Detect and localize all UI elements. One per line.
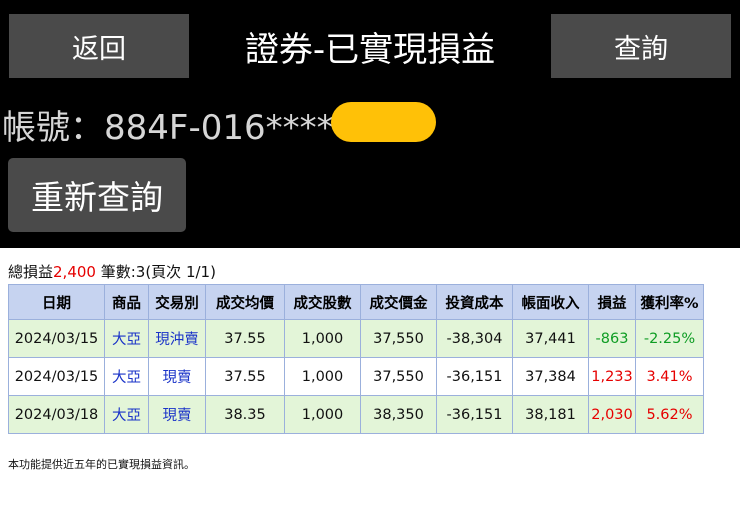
cell-date: 2024/03/15: [8, 357, 105, 396]
col-cost[interactable]: 投資成本: [436, 284, 513, 320]
pnl-table: 日期 商品 交易別 成交均價 成交股數 成交價金 投資成本 帳面收入 損益 獲利…: [8, 284, 704, 434]
table-row[interactable]: 2024/03/18 大亞 現賣 38.35 1,000 38,350 -36,…: [8, 395, 704, 434]
cell-return-rate: 3.41%: [635, 357, 704, 396]
account-number: 帳號：884F-016****: [2, 107, 334, 148]
cell-amount: 37,550: [360, 357, 437, 396]
cell-stock-link[interactable]: 大亞: [104, 357, 149, 396]
cell-pnl: 1,233: [588, 357, 636, 396]
redaction-mark: [331, 102, 436, 142]
record-count: 筆數:3(頁次 1/1): [95, 263, 216, 281]
cell-trade-type[interactable]: 現賣: [148, 395, 206, 434]
cell-avg-price: 37.55: [205, 357, 285, 396]
total-pnl-value: 2,400: [53, 263, 96, 281]
cell-income: 37,384: [512, 357, 589, 396]
cell-amount: 37,550: [360, 319, 437, 358]
cell-stock-link[interactable]: 大亞: [104, 395, 149, 434]
col-stock[interactable]: 商品: [104, 284, 149, 320]
cell-cost: -38,304: [436, 319, 513, 358]
cell-date: 2024/03/18: [8, 395, 105, 434]
header-bar: 返回 證券-已實現損益 查詢 帳號：884F-016**** 重新查詢: [0, 0, 740, 248]
table-row[interactable]: 2024/03/15 大亞 現賣 37.55 1,000 37,550 -36,…: [8, 357, 704, 396]
col-trade-type[interactable]: 交易別: [148, 284, 206, 320]
col-pnl[interactable]: 損益: [588, 284, 636, 320]
cell-avg-price: 38.35: [205, 395, 285, 434]
cell-avg-price: 37.55: [205, 319, 285, 358]
cell-trade-type[interactable]: 現賣: [148, 357, 206, 396]
cell-amount: 38,350: [360, 395, 437, 434]
table-header-row: 日期 商品 交易別 成交均價 成交股數 成交價金 投資成本 帳面收入 損益 獲利…: [8, 284, 704, 320]
cell-pnl: 2,030: [588, 395, 636, 434]
back-button[interactable]: 返回: [9, 14, 189, 78]
col-date[interactable]: 日期: [8, 284, 105, 320]
cell-trade-type[interactable]: 現沖賣: [148, 319, 206, 358]
cell-pnl: -863: [588, 319, 636, 358]
page-title: 證券-已實現損益: [244, 29, 496, 70]
col-amount[interactable]: 成交價金: [360, 284, 437, 320]
cell-cost: -36,151: [436, 395, 513, 434]
cell-shares: 1,000: [284, 319, 361, 358]
table-row[interactable]: 2024/03/15 大亞 現沖賣 37.55 1,000 37,550 -38…: [8, 319, 704, 358]
col-shares[interactable]: 成交股數: [284, 284, 361, 320]
cell-shares: 1,000: [284, 395, 361, 434]
cell-shares: 1,000: [284, 357, 361, 396]
total-pnl-label: 總損益: [8, 263, 54, 281]
cell-income: 38,181: [512, 395, 589, 434]
cell-cost: -36,151: [436, 357, 513, 396]
cell-return-rate: 5.62%: [635, 395, 704, 434]
col-avg-price[interactable]: 成交均價: [205, 284, 285, 320]
col-return-rate[interactable]: 獲利率%: [635, 284, 704, 320]
cell-stock-link[interactable]: 大亞: [104, 319, 149, 358]
col-income[interactable]: 帳面收入: [512, 284, 589, 320]
query-button[interactable]: 查詢: [551, 14, 731, 78]
cell-date: 2024/03/15: [8, 319, 105, 358]
footer-note: 本功能提供近五年的已實現損益資訊。: [8, 458, 195, 471]
cell-income: 37,441: [512, 319, 589, 358]
requery-button[interactable]: 重新查詢: [8, 158, 186, 232]
cell-return-rate: -2.25%: [635, 319, 704, 358]
summary-line: 總損益2,400 筆數:3(頁次 1/1): [8, 261, 216, 282]
